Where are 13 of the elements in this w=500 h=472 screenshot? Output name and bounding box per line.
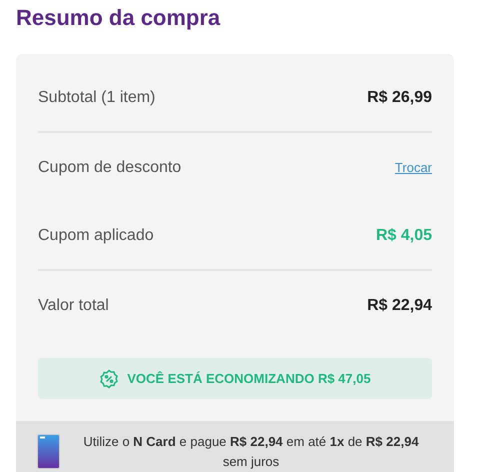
discount-badge-icon xyxy=(99,368,120,388)
row-value: R$ 26,99 xyxy=(367,88,432,108)
savings-text: VOCÊ ESTÁ ECONOMIZANDO R$ 47,05 xyxy=(127,370,371,388)
row-label: Cupom aplicado xyxy=(38,226,154,246)
row-label: Cupom de desconto xyxy=(38,158,182,178)
card-offer-text: Utilize o N Card e pague R$ 22,94 em até 1x de R$ 22,94 sem juros xyxy=(82,432,420,471)
row-label: Subtotal (1 item) xyxy=(38,88,156,108)
credit-card-icon xyxy=(37,434,60,469)
row-value: R$ 22,94 xyxy=(367,296,432,316)
discount-value: R$ 4,05 xyxy=(376,226,432,246)
row-label: Valor total xyxy=(38,296,109,316)
change-coupon-link[interactable]: Trocar xyxy=(394,158,432,178)
page-title: Resumo da compra xyxy=(16,4,220,32)
